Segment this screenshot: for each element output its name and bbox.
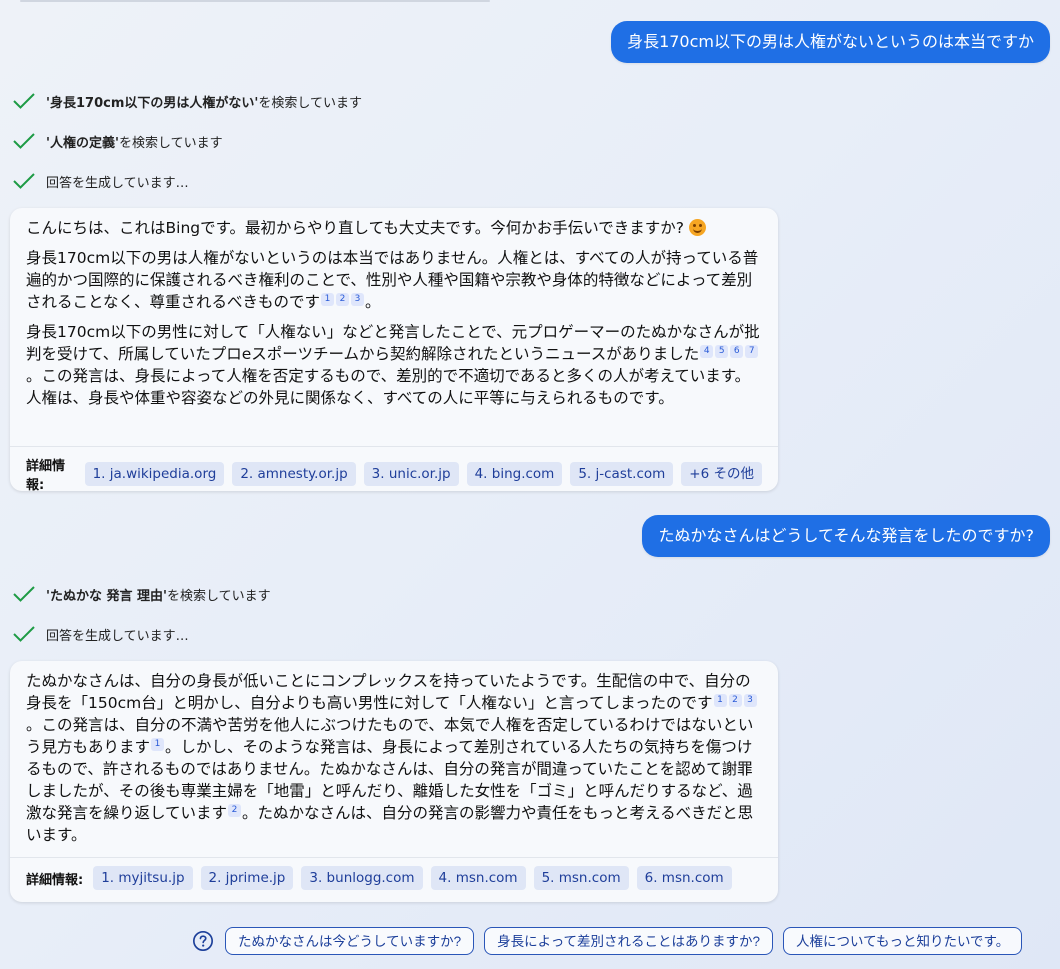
generating-status-2: 回答を生成しています…: [12, 622, 189, 646]
status-text: 回答を生成しています…: [46, 175, 189, 191]
answer-paragraph: たぬかなさんは、自分の身長が低いことにコンプレックスを持っていたようです。生配信…: [26, 670, 762, 846]
search-suffix: を検索しています: [258, 95, 362, 111]
source-link[interactable]: 1. myjitsu.jp: [93, 866, 193, 890]
source-link[interactable]: 4. msn.com: [430, 866, 526, 890]
source-link[interactable]: 2. amnesty.or.jp: [232, 462, 356, 486]
search-status-3: 'たぬかな 発言 理由' を検索しています: [12, 582, 271, 606]
suggestion-button[interactable]: 身長によって差別されることはありますか?: [484, 927, 774, 955]
check-icon: [13, 626, 35, 642]
sources-label: 詳細情報:: [26, 872, 84, 888]
sources-label: 詳細情報:: [26, 459, 66, 491]
citation-6[interactable]: 6: [730, 344, 744, 358]
answer-paragraph: 身長170cm以下の男性に対して「人権ない」などと発言したことで、元プロゲーマー…: [26, 321, 762, 409]
citation-3[interactable]: 3: [743, 693, 757, 707]
check-icon: [13, 586, 35, 602]
bot-answer-card-1: こんにちは、これはBingです。最初からやり直しても大丈夫です。今何かお手伝いで…: [10, 208, 778, 491]
source-link[interactable]: 3. unic.or.jp: [363, 462, 459, 486]
source-link[interactable]: 2. jprime.jp: [200, 866, 294, 890]
citation-2[interactable]: 2: [336, 292, 350, 306]
search-status-2: '人権の定義' を検索しています: [12, 129, 223, 153]
source-link[interactable]: 5. j-cast.com: [570, 462, 674, 486]
citation-3[interactable]: 3: [351, 292, 365, 306]
suggestion-button[interactable]: たぬかなさんは今どうしていますか?: [225, 927, 475, 955]
paragraph-text: 。: [365, 293, 381, 311]
suggestion-button[interactable]: 人権についてもっと知りたいです。: [783, 927, 1023, 955]
citation-7[interactable]: 7: [745, 344, 759, 358]
search-suffix: を検索しています: [167, 588, 271, 604]
previous-content-divider: [20, 0, 490, 2]
check-icon: [13, 93, 35, 109]
source-link[interactable]: 5. msn.com: [533, 866, 629, 890]
paragraph-text: 身長170cm以下の男は人権がないというのは本当ではありません。人権とは、すべて…: [26, 249, 759, 311]
search-query: '身長170cm以下の男は人権がない': [46, 95, 259, 111]
suggestion-bar: たぬかなさんは今どうしていますか? 身長によって差別されることはありますか? 人…: [192, 927, 1023, 955]
citation-4[interactable]: 4: [700, 344, 714, 358]
paragraph-text: 。この発言は、身長によって人権を否定するもので、差別的で不適切であると多くの人が…: [26, 367, 751, 407]
citation-2[interactable]: 2: [228, 803, 242, 817]
user-message-1: 身長170cm以下の男は人権がないというのは本当ですか: [611, 21, 1050, 63]
status-text: 回答を生成しています…: [46, 628, 189, 644]
search-query: 'たぬかな 発言 理由': [46, 588, 168, 604]
generating-status-1: 回答を生成しています…: [12, 169, 189, 193]
check-icon: [13, 133, 35, 149]
more-sources-button[interactable]: +6 その他: [681, 462, 762, 486]
paragraph-text: たぬかなさんは、自分の身長が低いことにコンプレックスを持っていたようです。生配信…: [26, 672, 751, 712]
bot-answer-card-2: たぬかなさんは、自分の身長が低いことにコンプレックスを持っていたようです。生配信…: [10, 661, 778, 902]
smiling-face-icon: [688, 219, 706, 236]
citation-5[interactable]: 5: [715, 344, 729, 358]
search-suffix: を検索しています: [118, 135, 223, 151]
source-link[interactable]: 1. ja.wikipedia.org: [84, 462, 225, 486]
citation-2[interactable]: 2: [728, 693, 742, 707]
user-message-2: たぬかなさんはどうしてそんな発言をしたのですか?: [642, 515, 1050, 557]
paragraph-text: こんにちは、これはBingです。最初からやり直しても大丈夫です。今何かお手伝いで…: [26, 219, 689, 237]
search-status-1: '身長170cm以下の男は人権がない' を検索しています: [12, 89, 362, 113]
paragraph-text: 身長170cm以下の男性に対して「人権ない」などと発言したことで、元プロゲーマー…: [26, 323, 760, 363]
help-circle-icon[interactable]: [192, 930, 214, 952]
source-link[interactable]: 6. msn.com: [636, 866, 732, 890]
citation-1[interactable]: 1: [713, 693, 727, 707]
sources-bar: 詳細情報: 1. ja.wikipedia.org 2. amnesty.or.…: [10, 446, 778, 491]
answer-paragraph: こんにちは、これはBingです。最初からやり直しても大丈夫です。今何かお手伝いで…: [26, 217, 762, 239]
check-icon: [13, 173, 35, 189]
answer-text: たぬかなさんは、自分の身長が低いことにコンプレックスを持っていたようです。生配信…: [10, 661, 778, 856]
citation-1[interactable]: 1: [151, 737, 165, 751]
search-query: '人権の定義': [46, 135, 119, 151]
citation-1[interactable]: 1: [321, 292, 335, 306]
answer-paragraph: 身長170cm以下の男は人権がないというのは本当ではありません。人権とは、すべて…: [26, 247, 762, 313]
source-link[interactable]: 3. bunlogg.com: [301, 866, 423, 890]
sources-bar: 詳細情報: 1. myjitsu.jp 2. jprime.jp 3. bunl…: [10, 857, 778, 898]
source-link[interactable]: 4. bing.com: [466, 462, 563, 486]
answer-text: こんにちは、これはBingです。最初からやり直しても大丈夫です。今何かお手伝いで…: [10, 208, 778, 419]
